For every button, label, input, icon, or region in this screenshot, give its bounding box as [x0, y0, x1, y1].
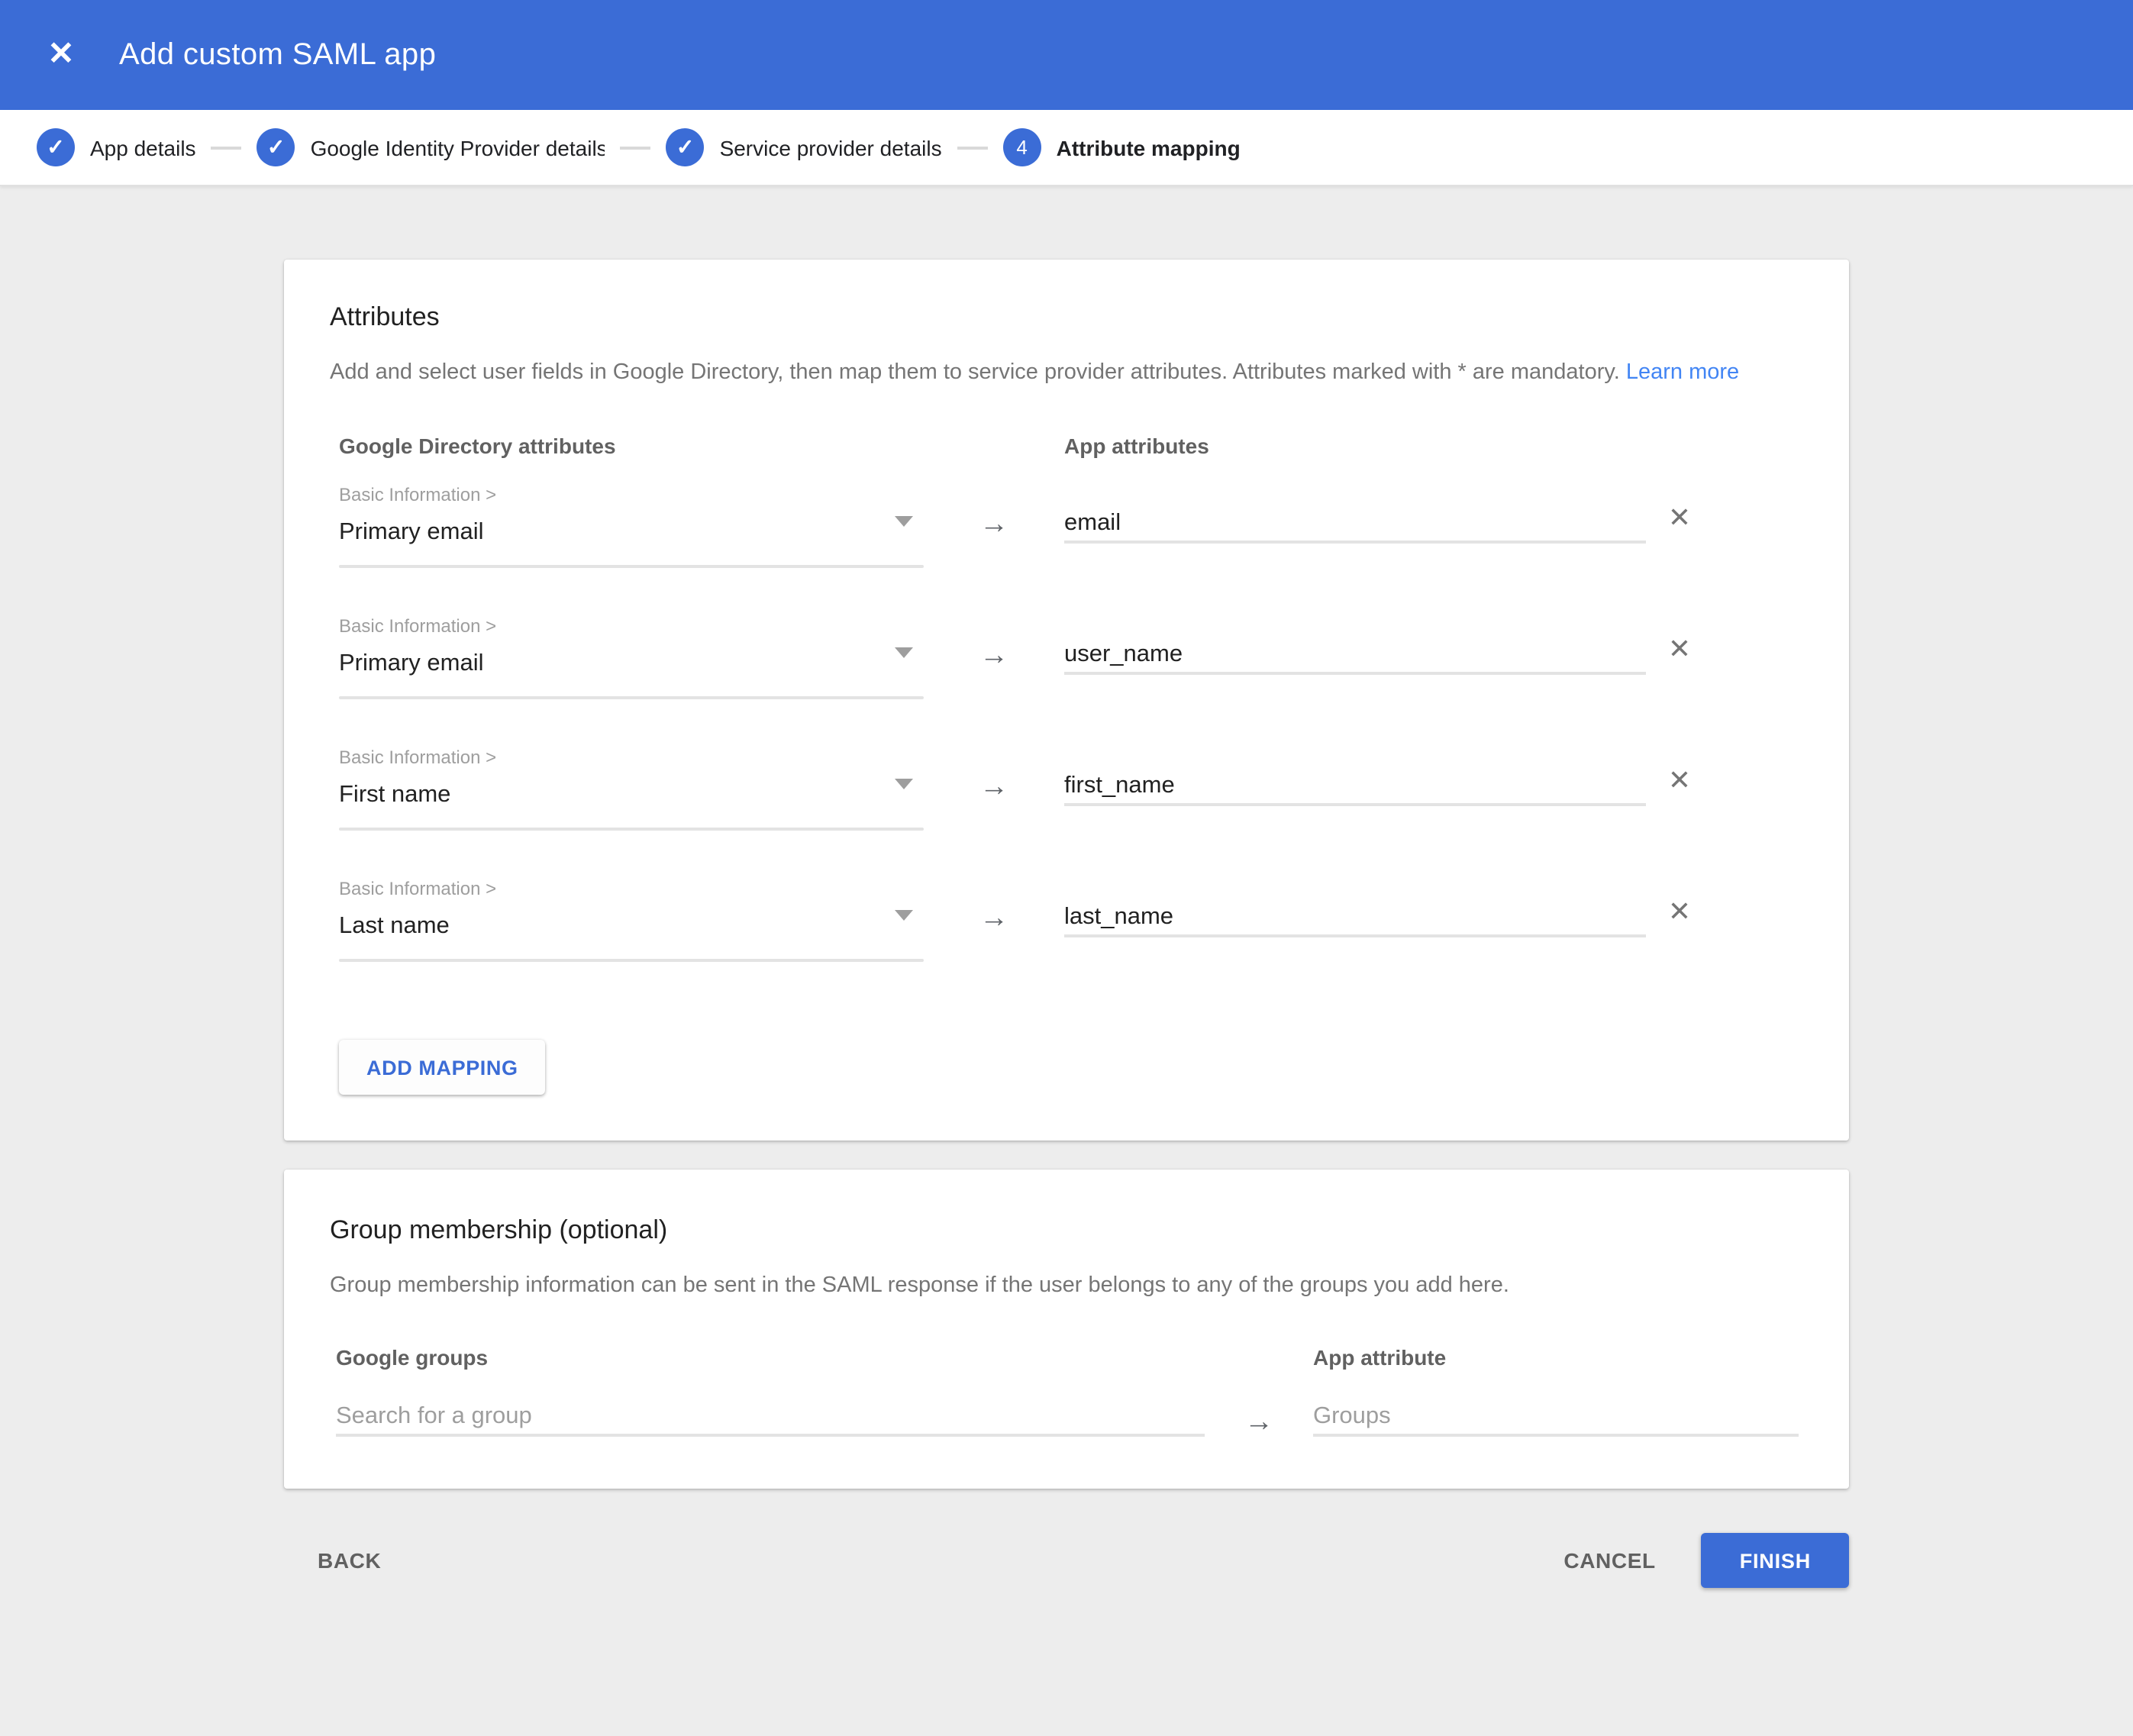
step-complete-check-icon: ✓: [257, 128, 295, 166]
group-membership-title: Group membership (optional): [330, 1215, 1803, 1246]
directory-attribute-value: Last name: [339, 913, 924, 941]
attributes-card-description: Add and select user fields in Google Dir…: [330, 359, 1803, 386]
remove-cell: ✕: [1646, 614, 1713, 684]
app-attribute-input[interactable]: [1064, 770, 1646, 806]
arrow-cell: →: [924, 876, 1064, 962]
app-attribute-input[interactable]: [1064, 638, 1646, 675]
add-custom-saml-app-dialog: ✕ Add custom SAML app ✓ App details ✓ Go…: [0, 0, 2133, 1736]
remove-cell: ✕: [1646, 482, 1713, 553]
step-google-idp-details[interactable]: ✓ Google Identity Provider details: [257, 128, 605, 166]
step-attribute-mapping[interactable]: 4 Attribute mapping: [1003, 128, 1241, 166]
mapping-arrow-icon: →: [1244, 1406, 1273, 1440]
learn-more-link[interactable]: Learn more: [1626, 360, 1739, 385]
mapping-row: Basic Information > Primary email → ✕: [339, 482, 1803, 568]
directory-attribute-value: Primary email: [339, 650, 924, 678]
mapping-column-headers: Google Directory attributes App attribut…: [330, 434, 1803, 458]
groups-attribute-input[interactable]: [1313, 1400, 1799, 1437]
step-label: App details: [90, 135, 196, 160]
group-membership-card: Group membership (optional) Group member…: [284, 1170, 1849, 1489]
app-attribute-cell: [1064, 876, 1646, 962]
mapping-row: Basic Information > First name → ✕: [339, 745, 1803, 831]
step-app-details[interactable]: ✓ App details: [37, 128, 196, 166]
mapping-arrow-icon: →: [979, 640, 1008, 673]
footer-actions: BACK CANCEL FINISH: [284, 1533, 1849, 1588]
chevron-down-icon: [895, 779, 913, 789]
remove-cell: ✕: [1646, 745, 1713, 815]
step-complete-check-icon: ✓: [37, 128, 75, 166]
select-underline: [339, 959, 924, 962]
finish-button[interactable]: FINISH: [1702, 1533, 1849, 1588]
attribute-category-label: Basic Information >: [339, 745, 924, 768]
step-connector: [957, 146, 988, 149]
google-directory-attributes-header: Google Directory attributes: [339, 434, 924, 458]
select-underline: [339, 828, 924, 831]
attributes-card: Attributes Add and select user fields in…: [284, 260, 1849, 1141]
step-label: Attribute mapping: [1057, 135, 1241, 160]
group-membership-description: Group membership information can be sent…: [330, 1272, 1803, 1299]
chevron-down-icon: [895, 516, 913, 527]
app-attribute-cell: [1064, 482, 1646, 568]
chevron-down-icon: [895, 647, 913, 658]
remove-mapping-icon[interactable]: ✕: [1668, 764, 1691, 796]
app-attribute-input[interactable]: [1064, 507, 1646, 544]
mapping-arrow-icon: →: [979, 508, 1008, 542]
arrow-cell: →: [924, 482, 1064, 568]
select-underline: [339, 565, 924, 568]
group-search-input[interactable]: [336, 1400, 1205, 1437]
chevron-down-icon: [895, 910, 913, 921]
arrow-cell: →: [924, 745, 1064, 831]
remove-mapping-icon[interactable]: ✕: [1668, 633, 1691, 665]
step-service-provider-details[interactable]: ✓ Service provider details: [666, 128, 942, 166]
add-mapping-button[interactable]: ADD MAPPING: [339, 1040, 546, 1095]
group-column-headers: Google groups App attribute: [330, 1345, 1803, 1370]
step-connector: [211, 146, 242, 149]
wizard-stepper: ✓ App details ✓ Google Identity Provider…: [0, 110, 2133, 186]
app-attribute-cell: [1064, 745, 1646, 831]
app-attribute-cell: [1064, 614, 1646, 699]
remove-mapping-icon[interactable]: ✕: [1668, 502, 1691, 534]
google-groups-header: Google groups: [336, 1345, 1313, 1370]
directory-attribute-value: First name: [339, 782, 924, 809]
directory-attribute-value: Primary email: [339, 519, 924, 547]
remove-mapping-icon[interactable]: ✕: [1668, 895, 1691, 928]
step-complete-check-icon: ✓: [666, 128, 705, 166]
select-underline: [339, 696, 924, 699]
attribute-category-label: Basic Information >: [339, 614, 924, 637]
back-button[interactable]: BACK: [318, 1548, 381, 1573]
arrow-cell: →: [924, 614, 1064, 699]
app-attributes-header: App attributes: [1064, 434, 1646, 458]
directory-attribute-select[interactable]: Basic Information > Primary email: [339, 614, 924, 699]
step-label: Google Identity Provider details: [311, 135, 605, 160]
app-attribute-header: App attribute: [1313, 1345, 1803, 1370]
mapping-row: Basic Information > Primary email → ✕: [339, 614, 1803, 699]
app-bar: ✕ Add custom SAML app: [0, 0, 2133, 110]
mapping-arrow-icon: →: [979, 902, 1008, 936]
close-icon[interactable]: ✕: [35, 29, 87, 81]
attribute-category-label: Basic Information >: [339, 482, 924, 505]
group-mapping-row: →: [330, 1400, 1803, 1440]
directory-attribute-select[interactable]: Basic Information > Last name: [339, 876, 924, 962]
mapping-rows: Basic Information > Primary email → ✕: [330, 482, 1803, 962]
directory-attribute-select[interactable]: Basic Information > Primary email: [339, 482, 924, 568]
step-number-badge: 4: [1003, 128, 1041, 166]
description-text: Add and select user fields in Google Dir…: [330, 360, 1620, 385]
arrow-cell: →: [1205, 1400, 1313, 1440]
attribute-category-label: Basic Information >: [339, 876, 924, 899]
mapping-row: Basic Information > Last name → ✕: [339, 876, 1803, 962]
main-content: Attributes Add and select user fields in…: [0, 186, 2133, 1588]
directory-attribute-select[interactable]: Basic Information > First name: [339, 745, 924, 831]
remove-cell: ✕: [1646, 876, 1713, 947]
app-attribute-input[interactable]: [1064, 901, 1646, 937]
step-connector: [621, 146, 651, 149]
dialog-title: Add custom SAML app: [119, 37, 436, 73]
cancel-button[interactable]: CANCEL: [1563, 1548, 1655, 1573]
step-label: Service provider details: [720, 135, 942, 160]
mapping-arrow-icon: →: [979, 771, 1008, 805]
attributes-card-title: Attributes: [330, 302, 1803, 333]
